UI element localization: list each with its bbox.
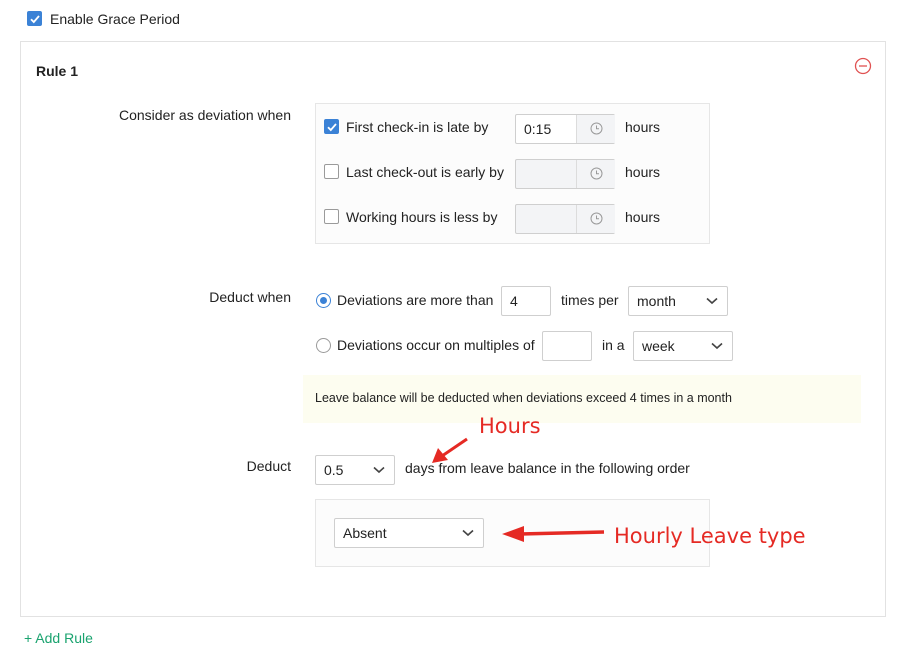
deduct-label: Deduct [246, 458, 291, 474]
early-checkout-checkbox[interactable] [324, 164, 339, 179]
chevron-down-icon [373, 466, 385, 474]
deduction-info-text: Leave balance will be deducted when devi… [315, 391, 732, 405]
working-hours-label: Working hours is less by [346, 209, 498, 225]
in-a-label: in a [602, 337, 625, 353]
early-checkout-time-input[interactable] [515, 159, 615, 189]
rule-title: Rule 1 [36, 63, 79, 79]
deviations-more-label: Deviations are more than [337, 292, 494, 308]
leave-type-value: Absent [343, 525, 387, 541]
multiples-count-input[interactable] [542, 331, 592, 361]
leave-type-select[interactable]: Absent [334, 518, 484, 548]
chevron-down-icon [711, 342, 723, 350]
working-hours-unit: hours [625, 209, 661, 225]
clock-button[interactable] [576, 205, 615, 233]
working-hours-checkbox[interactable] [324, 209, 339, 224]
period-select-value: month [637, 293, 676, 309]
deviations-multiples-label: Deviations occur on multiples of [337, 337, 535, 353]
deduct-amount-value: 0.5 [324, 462, 344, 478]
grace-period-label: Enable Grace Period [50, 11, 180, 27]
late-checkin-time-value: 0:15 [524, 121, 552, 137]
deviations-more-radio[interactable] [316, 293, 331, 308]
deduct-when-label: Deduct when [209, 289, 291, 305]
multiples-period-value: week [642, 338, 675, 354]
deviations-count-value: 4 [510, 293, 518, 309]
working-hours-time-input[interactable] [515, 204, 615, 234]
grace-period-checkbox[interactable] [27, 11, 42, 26]
deviations-multiples-radio[interactable] [316, 338, 331, 353]
leave-type-annotation: Hourly Leave type [614, 524, 806, 548]
multiples-period-select[interactable]: week [633, 331, 733, 361]
early-checkout-unit: hours [625, 164, 661, 180]
check-icon [327, 123, 337, 132]
period-select[interactable]: month [628, 286, 728, 316]
late-checkin-checkbox[interactable] [324, 119, 339, 134]
arrow-icon [432, 437, 468, 463]
clock-icon [590, 212, 603, 225]
deduction-info-note: Leave balance will be deducted when devi… [303, 375, 861, 423]
deviation-label: Consider as deviation when [119, 107, 291, 123]
chevron-down-icon [706, 297, 718, 305]
clock-button[interactable] [576, 115, 615, 143]
late-checkin-unit: hours [625, 119, 661, 135]
chevron-down-icon [462, 529, 474, 537]
minus-circle-icon[interactable] [854, 57, 872, 75]
clock-button[interactable] [576, 160, 615, 188]
early-checkout-label: Last check-out is early by [346, 164, 504, 180]
late-checkin-label: First check-in is late by [346, 119, 489, 135]
deviations-count-input[interactable]: 4 [501, 286, 551, 316]
hours-annotation: Hours [479, 414, 541, 438]
add-rule-link[interactable]: + Add Rule [24, 630, 93, 646]
clock-icon [590, 122, 603, 135]
late-checkin-time-input[interactable]: 0:15 [515, 114, 615, 144]
deduct-amount-select[interactable]: 0.5 [315, 455, 395, 485]
arrow-icon [502, 526, 605, 542]
times-per-label: times per [561, 292, 619, 308]
clock-icon [590, 167, 603, 180]
check-icon [30, 15, 40, 24]
